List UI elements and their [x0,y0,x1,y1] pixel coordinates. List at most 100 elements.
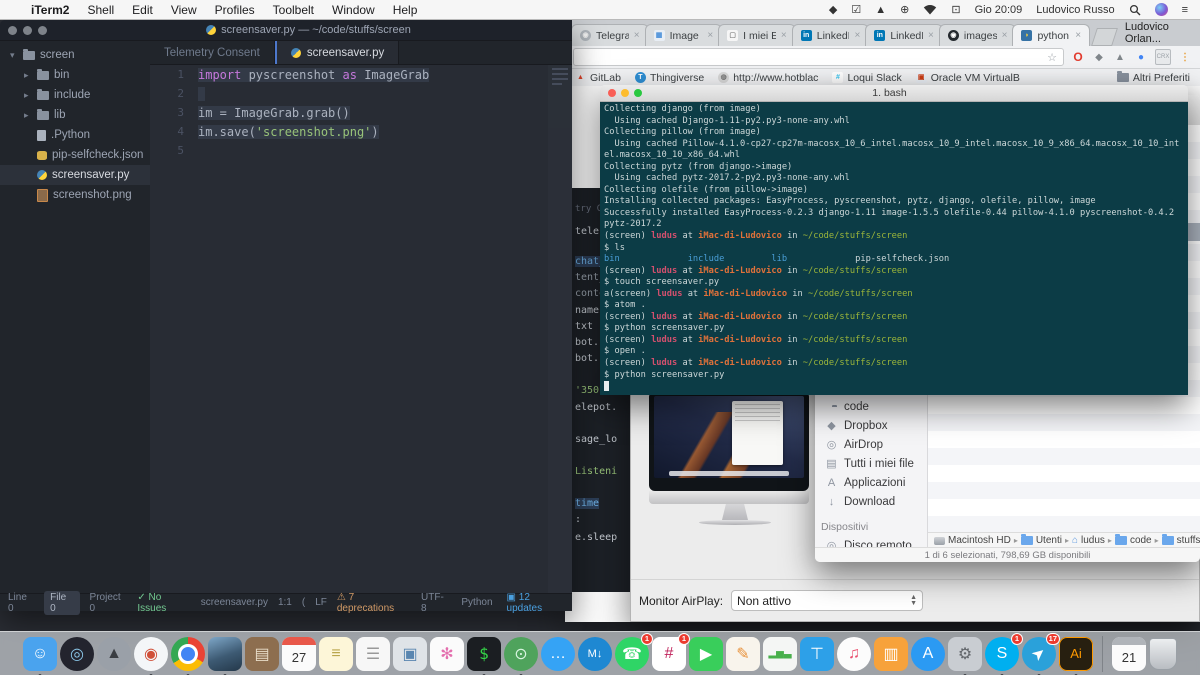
zoom-button[interactable] [634,89,642,97]
close-tab-icon[interactable]: × [854,30,860,41]
status-no-issues[interactable]: ✓ No Issues [137,592,190,614]
dock-item-photos[interactable]: ✻ [430,637,464,671]
menu-item-edit[interactable]: Edit [123,0,162,20]
extension-crx-icon[interactable]: CRX [1155,49,1171,65]
close-tab-icon[interactable]: × [634,30,640,41]
path-segment-utenti[interactable]: Utenti▸ [1021,535,1069,546]
sidebar-item-dropbox[interactable]: ◆Dropbox [815,416,927,435]
tree-item-pip-selfcheck-json[interactable]: pip-selfcheck.json [0,145,150,165]
bookmark-gitlab[interactable]: ▲GitLab [575,72,621,84]
minimize-button[interactable] [621,89,629,97]
dock-item-atom[interactable]: ⊙ [504,637,538,671]
path-segment-ludus[interactable]: ⌂ludus▸ [1072,535,1112,546]
spotlight-icon[interactable] [1122,4,1148,16]
code-line[interactable]: 4im.save('screenshot.png') [150,122,572,141]
dock-item-itunes[interactable]: ♫ [837,637,871,671]
dock-item-system-preferences[interactable]: ⚙ [948,637,982,671]
tree-item-bin[interactable]: ▸bin [0,65,150,85]
app-menu[interactable]: iTerm2 [22,0,78,20]
editor-tab-telemetry-consent[interactable]: Telemetry Consent [150,41,275,64]
dock-item-chrome[interactable] [171,637,205,671]
dock-item-finder[interactable]: ☺ [23,637,57,671]
code-line[interactable]: 1import pyscreenshot as ImageGrab [150,65,572,84]
bookmark-thingiverse[interactable]: TThingiverse [635,72,704,84]
dock-item-slack[interactable]: #1 [652,637,686,671]
status-eol[interactable]: LF [315,597,327,608]
apple-menu[interactable] [0,0,22,20]
status-encoding[interactable]: UTF-8 [421,592,447,614]
dock-item-facetime[interactable]: ▶ [689,637,723,671]
dock-item-calendar[interactable]: 27 [282,637,316,671]
tree-item-lib[interactable]: ▸lib [0,105,150,125]
close-button[interactable] [8,26,17,35]
dock-item-notes[interactable]: ≡ [319,637,353,671]
dock-item-keynote[interactable]: ⊤ [800,637,834,671]
zoom-button[interactable] [38,26,47,35]
extension-dropbox-icon[interactable]: ◆ [1092,50,1106,64]
menu-user[interactable]: Ludovico Russo [1029,4,1121,16]
tree-item-screen[interactable]: ▾screen [0,45,150,65]
dock-item-document-21[interactable]: 21 [1112,637,1146,671]
dropbox-icon[interactable]: ◆ [822,3,844,16]
crosshair-icon[interactable]: ⊕ [893,3,916,16]
status-file[interactable]: File 0 [44,591,79,615]
chrome-menu-icon[interactable]: ⋮ [1178,50,1192,64]
menu-item-shell[interactable]: Shell [78,0,123,20]
browser-tab-linkedi[interactable]: inLinkedI× [865,24,943,46]
dock-item-reminders[interactable]: ☰ [356,637,390,671]
browser-profile-name[interactable]: Ludovico Orlan... [1115,21,1200,45]
sidebar-item-airdrop[interactable]: ◎AirDrop [815,435,927,454]
wifi-icon[interactable] [916,4,944,15]
browser-tab-i-miei-e[interactable]: ▢I miei E× [718,24,796,46]
atom-editor[interactable]: 1import pyscreenshot as ImageGrab2 3im =… [150,65,572,593]
path-segment-macintosh-hd[interactable]: Macintosh HD▸ [934,535,1018,546]
code-line[interactable]: 3im = ImageGrab.grab() [150,103,572,122]
tree-item-screenshot-png[interactable]: screenshot.png [0,185,150,205]
dock-item-m-updater[interactable]: M↓ [578,637,612,671]
close-tab-icon[interactable]: × [707,30,713,41]
menu-item-profiles[interactable]: Profiles [206,0,264,20]
siri-icon[interactable] [1148,3,1175,16]
checkmark-icon[interactable]: ☑ [844,3,868,16]
minimize-button[interactable] [23,26,32,35]
airplay-icon[interactable]: ⊡ [944,3,967,16]
browser-tab-python[interactable]: ◗python× [1012,24,1090,46]
sidebar-item-download[interactable]: ↓Download [815,492,927,511]
editor-tab-screensaver-py[interactable]: screensaver.py [275,41,399,64]
close-tab-icon[interactable]: × [928,30,934,41]
extension-gdrive-icon[interactable]: ▲ [1113,50,1127,64]
tree-item--python[interactable]: .Python [0,125,150,145]
bookmark-oracle-vm-virtualb[interactable]: ▣Oracle VM VirtualB [916,72,1020,84]
dock-item-preview-photo[interactable] [208,637,242,671]
gdrive-icon[interactable]: ▲ [868,4,893,16]
dock-item-launchpad[interactable]: ▲ [97,637,131,671]
status-language[interactable]: Python [461,597,492,608]
extension-red-o-icon[interactable]: O [1071,50,1085,64]
dock-item-skype[interactable]: S1 [985,637,1019,671]
path-segment-code[interactable]: code▸ [1115,535,1159,546]
terminal-output[interactable]: Collecting django (from image) Using cac… [600,102,1188,395]
status-deprecations[interactable]: ⚠ 7 deprecations [337,592,411,614]
menu-item-view[interactable]: View [162,0,206,20]
dock-item-contacts[interactable]: ▤ [245,637,279,671]
sidebar-item-tutti-i-miei-file[interactable]: ▤Tutti i miei file [815,454,927,473]
dock-item-trash[interactable] [1149,638,1177,670]
path-segment-stuffs[interactable]: stuffs [1162,535,1200,546]
address-bar[interactable]: ☆ [573,48,1064,66]
dock-item-illustrator[interactable]: Ai [1059,637,1093,671]
tree-item-screensaver-py[interactable]: screensaver.py [0,165,150,185]
dock-item-safari[interactable]: ◉ [134,637,168,671]
sidebar-item-applicazioni[interactable]: AApplicazioni [815,473,927,492]
notification-center-icon[interactable]: ≡ [1175,4,1200,16]
dock-item-iterm[interactable]: $ [467,637,501,671]
tree-item-include[interactable]: ▸include [0,85,150,105]
airplay-dropdown[interactable]: Non attivo ▲▼ [731,590,923,611]
status-updates[interactable]: ▣ 12 updates [507,592,564,614]
status-line[interactable]: Line 0 [8,592,34,614]
code-line[interactable]: 5 [150,141,572,160]
browser-tab-images-[interactable]: ◉images/× [939,24,1017,46]
close-tab-icon[interactable]: × [781,30,787,41]
close-tab-icon[interactable]: × [1075,30,1081,41]
browser-tab-image-m[interactable]: ▦Image M× [645,24,723,46]
menu-item-help[interactable]: Help [384,0,427,20]
